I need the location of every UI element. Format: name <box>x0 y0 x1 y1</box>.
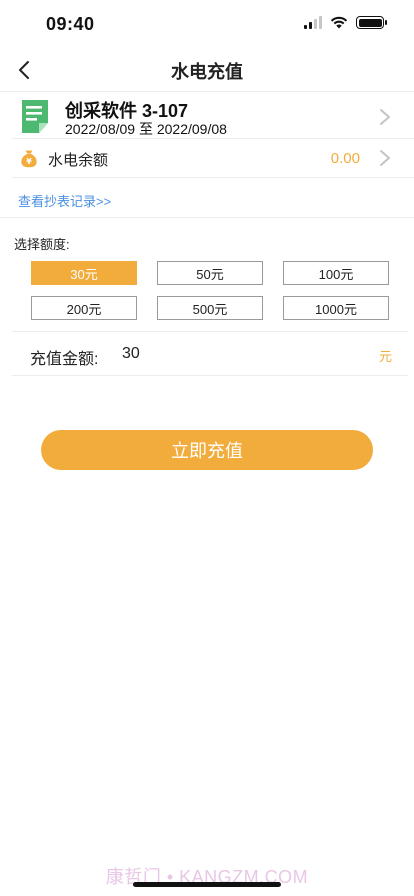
battery-icon <box>356 16 387 29</box>
balance-value: 0.00 <box>330 150 360 167</box>
document-icon <box>22 100 48 133</box>
status-icons <box>304 16 387 29</box>
signal-icon <box>304 16 322 29</box>
recharge-amount-label: 充值金额: <box>30 351 99 368</box>
amount-option-50[interactable]: 50元 <box>157 261 263 285</box>
meter-records-link[interactable]: 查看抄表记录>> <box>18 191 111 210</box>
nav-bar: 水电充值 <box>0 48 414 92</box>
wifi-icon <box>330 16 348 29</box>
amount-option-200[interactable]: 200元 <box>31 296 137 320</box>
money-bag-icon: ¥ <box>21 150 37 168</box>
home-indicator <box>133 882 281 887</box>
recharge-amount-value[interactable]: 30 <box>122 345 140 363</box>
status-time: 09:40 <box>46 14 95 34</box>
amount-option-1000[interactable]: 1000元 <box>283 296 389 320</box>
recharge-amount-row: 充值金额: 30 元 <box>12 331 408 376</box>
recharge-now-button[interactable]: 立即充值 <box>41 430 373 470</box>
balance-label: 水电余额 <box>48 152 109 169</box>
amount-select-label: 选择额度: <box>14 237 70 252</box>
recharge-unit: 元 <box>378 349 392 364</box>
balance-row[interactable]: ¥ 水电余额 0.00 <box>12 139 414 178</box>
room-row[interactable]: 创采软件 3-107 2022/08/09 至 2022/09/08 <box>12 93 414 139</box>
amount-option-500[interactable]: 500元 <box>157 296 263 320</box>
status-bar: 09:40 <box>0 0 414 50</box>
amount-option-30[interactable]: 30元 <box>31 261 137 285</box>
chevron-right-icon <box>380 150 390 166</box>
section-divider <box>0 217 414 218</box>
room-date-range: 2022/08/09 至 2022/09/08 <box>65 121 227 137</box>
svg-text:¥: ¥ <box>26 157 32 166</box>
amount-option-100[interactable]: 100元 <box>283 261 389 285</box>
page-title: 水电充值 <box>171 62 243 82</box>
chevron-right-icon <box>380 109 390 125</box>
